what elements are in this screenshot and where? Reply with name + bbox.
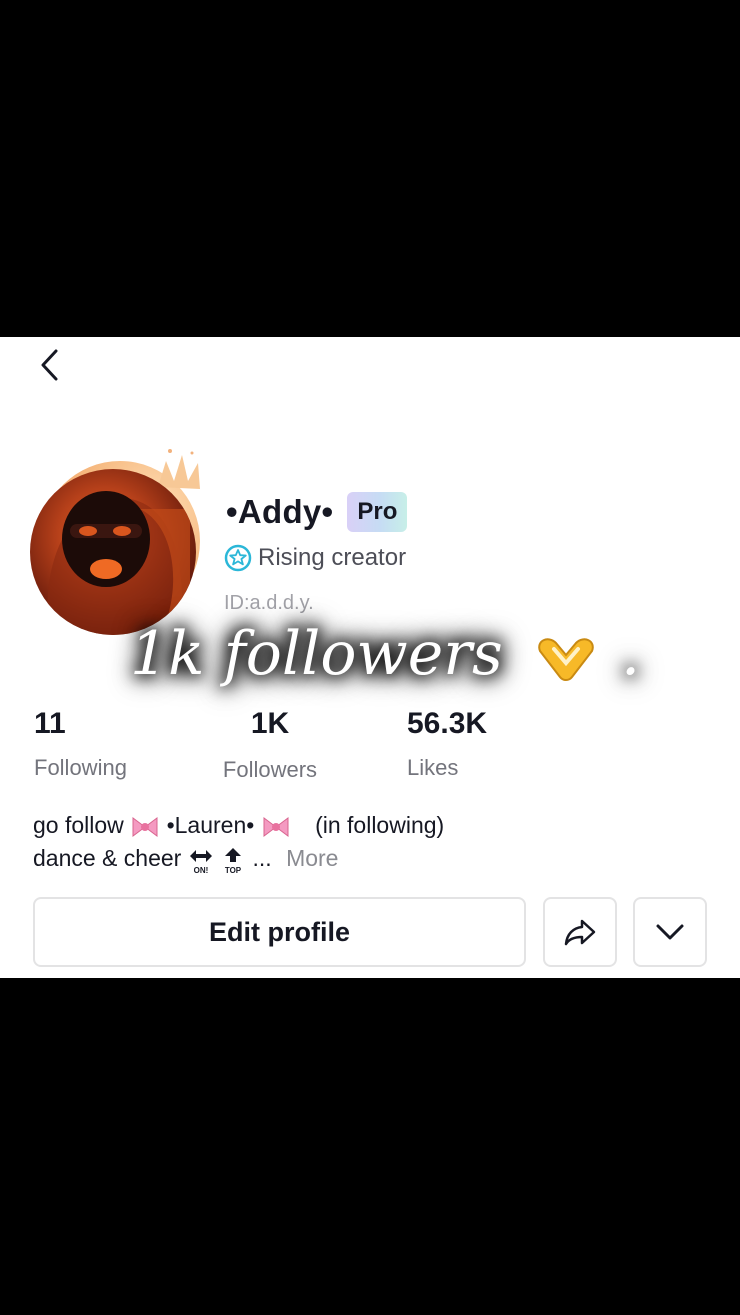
profile-dropdown-button[interactable]	[633, 897, 707, 967]
bio-mention: •Lauren•	[166, 812, 255, 838]
avatar[interactable]	[28, 447, 208, 637]
on-arrow-icon: ON!	[189, 849, 212, 874]
ribbon-bow-icon	[132, 816, 158, 837]
likes-label: Likes	[407, 755, 459, 780]
bio-ellipsis: ...	[252, 845, 272, 871]
svg-text:ON!: ON!	[193, 866, 208, 874]
profile-name: •Addy•	[226, 493, 334, 530]
bio-line-2: dance & cheer ON! TOP ... More	[33, 842, 444, 875]
followers-label: Followers	[222, 757, 318, 782]
chevron-down-icon	[656, 924, 684, 940]
following-label: Following	[34, 755, 127, 780]
pro-badge[interactable]: Pro	[347, 492, 408, 532]
bio-line-1: go follow •Lauren• (in following)	[33, 809, 444, 842]
profile-panel: •Addy• Pro Rising creator ID:a.d.d.y. 1k…	[0, 337, 740, 978]
edit-profile-button[interactable]: Edit profile	[33, 897, 526, 967]
star-badge-icon	[224, 544, 252, 572]
bio-text: dance & cheer	[33, 845, 182, 871]
overlay-caption: 1k followers .	[130, 619, 640, 689]
rising-creator-label: Rising creator	[258, 544, 407, 571]
back-button[interactable]	[30, 345, 70, 385]
followers-count: 1K	[250, 707, 290, 740]
chevron-left-icon	[41, 349, 58, 381]
overlay-caption-dot: .	[620, 619, 641, 689]
top-arrow-icon: TOP	[225, 847, 242, 874]
svg-text:TOP: TOP	[225, 866, 242, 874]
following-count: 11	[34, 707, 66, 740]
bio-text: go follow	[33, 812, 131, 838]
share-arrow-icon	[564, 919, 596, 946]
heart-hands-icon	[538, 638, 594, 682]
name-row: •Addy• Pro	[226, 492, 408, 532]
avatar-image	[30, 469, 196, 635]
rising-creator-row[interactable]: Rising creator	[224, 544, 406, 572]
stat-likes[interactable]: 56.3K Likes	[407, 707, 487, 781]
user-id: ID:a.d.d.y.	[224, 592, 314, 614]
overlay-caption-text: 1k followers	[130, 619, 503, 689]
likes-count: 56.3K	[407, 707, 488, 740]
top-black-bar	[0, 0, 740, 337]
ribbon-bow-icon	[263, 816, 289, 837]
share-profile-button[interactable]	[543, 897, 617, 967]
bio-more-link[interactable]: More	[286, 845, 338, 871]
stat-following[interactable]: 11 Following	[34, 707, 127, 781]
stat-followers[interactable]: 1K Followers	[220, 707, 320, 783]
bottom-black-bar	[0, 978, 740, 1315]
bio[interactable]: go follow •Lauren• (in following) dance …	[33, 809, 444, 875]
bio-text: (in following)	[315, 812, 445, 838]
